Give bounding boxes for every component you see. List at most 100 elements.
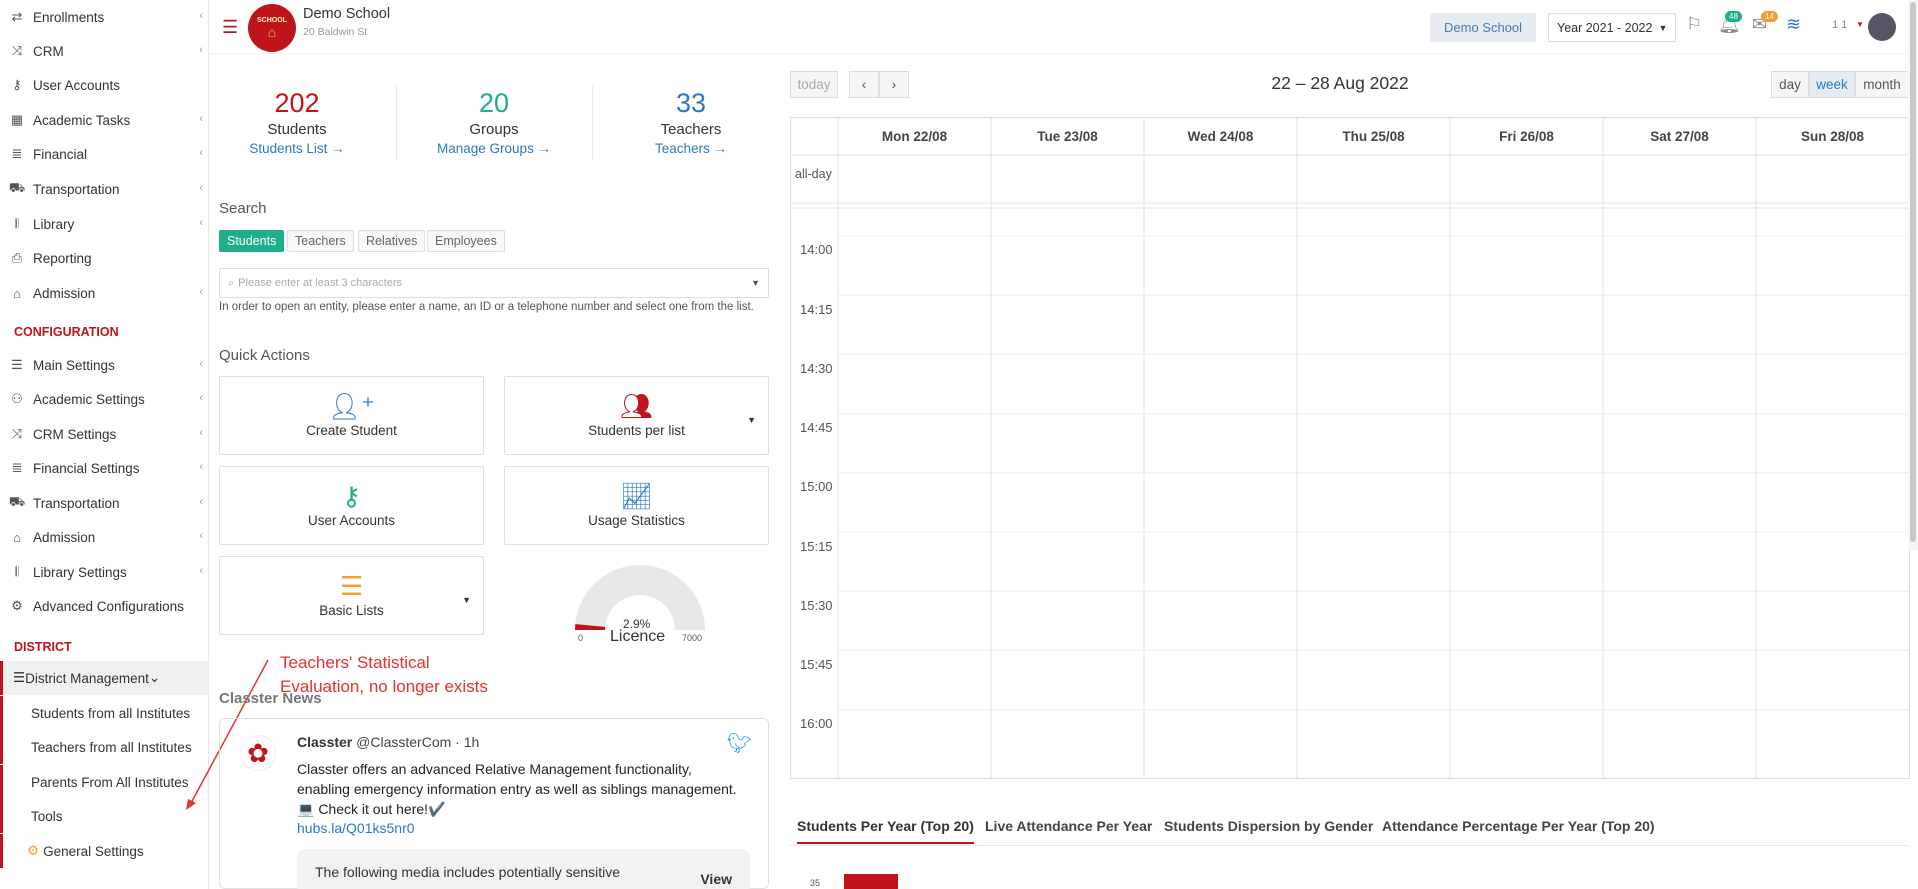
sidebar-item-academic-settings[interactable]: ⚇ Academic Settings ‹ — [0, 382, 209, 416]
tweet-link[interactable]: hubs.la/Q01ks5nr0 — [297, 820, 415, 836]
create-student-button[interactable]: 👤︎⁺ Create Student — [219, 376, 484, 455]
sidebar-item-label: Enrollments — [33, 9, 105, 25]
sidebar-item-crm[interactable]: ⤨ CRM ‹ — [0, 34, 209, 68]
time-label: 15:45 — [800, 657, 833, 672]
manage-groups-link[interactable]: Manage Groups → — [414, 141, 574, 156]
students-per-list-button[interactable]: 👥︎ Students per list ▼ — [504, 376, 769, 455]
sidebar-item-tools[interactable]: Tools — [0, 799, 209, 833]
top-header: ☰ SCHOOL ⌂ Demo School 20 Baldwin St Demo… — [210, 0, 1918, 54]
search-tab-teachers[interactable]: Teachers — [287, 230, 354, 252]
search-tab-relatives[interactable]: Relatives — [358, 230, 426, 252]
sidebar-item-library[interactable]: 𝄃 Library ‹ — [0, 207, 209, 241]
sidebar-item-reporting[interactable]: ⎙ Reporting — [0, 241, 209, 275]
gauge-max: 7000 — [682, 633, 703, 643]
bus-icon: ⛟ — [8, 494, 26, 509]
sidebar-item-students-all[interactable]: Students from all Institutes — [0, 696, 209, 730]
chevron-left-icon: ‹ — [199, 496, 203, 508]
chevron-left-icon: ‹ — [199, 286, 203, 298]
books-icon: 𝄃 — [15, 216, 19, 231]
action-label: Students per list — [588, 423, 685, 438]
sidebar-item-library-settings[interactable]: 𝄃 Library Settings ‹ — [0, 555, 209, 589]
building-icon: ⌂ — [13, 529, 21, 545]
next-button[interactable]: › — [879, 71, 909, 98]
sidebar-item-transportation-config[interactable]: ⛟ Transportation ‹ — [0, 486, 209, 520]
sidebar-item-admission-config[interactable]: ⌂ Admission ‹ — [0, 520, 209, 554]
usage-statistics-button[interactable]: 📈︎ Usage Statistics — [504, 466, 769, 545]
hamburger-menu-icon[interactable]: ☰ — [222, 17, 238, 38]
today-button[interactable]: today — [790, 71, 838, 98]
sidebar-item-financial[interactable]: ≣ Financial ‹ — [0, 137, 209, 171]
scrollbar[interactable] — [1908, 0, 1918, 550]
scrollbar-thumb[interactable] — [1910, 2, 1916, 542]
sidebar-item-user-accounts[interactable]: ⚷ User Accounts — [0, 68, 209, 102]
sliders-icon: ☰ — [339, 571, 364, 601]
sidebar-item-district-management[interactable]: ☰ District Management ⌄ — [0, 661, 209, 695]
mail-badge: 14 — [1761, 11, 1778, 22]
view-day-button[interactable]: day — [1771, 71, 1809, 98]
arrow-right-icon: → — [537, 141, 552, 156]
search-tab-employees[interactable]: Employees — [427, 230, 505, 252]
sidebar-item-crm-settings[interactable]: ⤨ CRM Settings ‹ — [0, 417, 209, 451]
students-list-link[interactable]: Students List → — [217, 141, 377, 156]
sidebar-item-label: Academic Tasks — [33, 112, 131, 128]
search-icon: ⌕ — [228, 276, 235, 289]
sidebar-item-admission[interactable]: ⌂ Admission ‹ — [0, 276, 209, 310]
school-switch-button[interactable]: Demo School — [1430, 13, 1537, 42]
view-month-button[interactable]: month — [1855, 71, 1909, 98]
flag-icon[interactable]: ⚐ — [1686, 14, 1702, 35]
search-help-text: In order to open an entity, please enter… — [219, 301, 754, 313]
sidebar-item-main-settings[interactable]: ☰ Main Settings ‹ — [0, 348, 209, 382]
sidebar-item-label: Financial — [33, 146, 88, 162]
sidebar-item-academic-tasks[interactable]: ▦ Academic Tasks ‹ — [0, 103, 209, 137]
layers-add-icon[interactable]: ≋ — [1786, 14, 1801, 35]
action-label: Create Student — [306, 423, 397, 438]
chevron-left-icon: ‹ — [199, 147, 203, 159]
prev-button[interactable]: ‹ — [849, 71, 879, 98]
chevron-down-icon: ⌄ — [148, 670, 161, 685]
grid-icon: ▦ — [10, 112, 24, 127]
time-label: 15:15 — [800, 539, 833, 554]
search-tab-students[interactable]: Students — [219, 230, 285, 252]
twitter-icon[interactable]: 🐦︎ — [727, 731, 752, 756]
user-accounts-button[interactable]: ⚷ User Accounts — [219, 466, 484, 545]
day-header: Sat 27/08 — [1650, 128, 1709, 144]
view-week-button[interactable]: week — [1809, 71, 1855, 98]
tweet-header: Classter @ClassterCom · 1h — [297, 734, 479, 750]
key-icon: ⚷ — [12, 77, 22, 92]
sidebar-item-transportation[interactable]: ⛟ Transportation ‹ — [0, 172, 209, 206]
view-button[interactable]: View — [700, 871, 732, 887]
licence-gauge: 2.9% Licence 0 7000 — [565, 560, 715, 650]
chevron-right-icon: › — [891, 77, 897, 92]
sidebar: ⇄ Enrollments ‹ ⤨ CRM ‹ ⚷ User Accounts ▦ Acad… — [0, 0, 209, 889]
sensitive-media-box: The following media includes potentially… — [297, 849, 750, 889]
sliders-icon: ☰ — [11, 357, 23, 372]
chevron-left-icon: ‹ — [199, 182, 203, 194]
user-short-name: 1 1 — [1832, 19, 1848, 31]
caret-down-icon[interactable]: ▼ — [462, 595, 471, 605]
basic-lists-button[interactable]: ☰ Basic Lists ▼ — [219, 556, 484, 635]
tab-students-per-year[interactable]: Students Per Year (Top 20) — [797, 818, 974, 844]
time-label: 16:00 — [800, 716, 833, 731]
sidebar-item-parents-all[interactable]: Parents From All Institutes — [0, 765, 209, 799]
printer-icon: ⎙ — [11, 250, 23, 265]
sidebar-item-financial-settings[interactable]: ≣ Financial Settings ‹ — [0, 451, 209, 485]
teachers-link[interactable]: Teachers → — [611, 141, 771, 156]
caret-down-icon[interactable]: ▼ — [1856, 20, 1864, 29]
school-address: 20 Baldwin St — [303, 26, 368, 38]
year-select[interactable]: Year 2021 - 2022 ▼ — [1548, 13, 1677, 42]
sidebar-item-general-settings[interactable]: ⚙ General Settings — [0, 834, 209, 868]
stat-label: Teachers — [660, 121, 722, 138]
sidebar-item-teachers-all[interactable]: Teachers from all Institutes — [0, 730, 209, 764]
sidebar-item-enrollments[interactable]: ⇄ Enrollments ‹ — [0, 0, 209, 34]
search-input[interactable]: ⌕ Please enter at least 3 characters ▼ — [219, 268, 769, 298]
tab-gender-dispersion[interactable]: Students Dispersion by Gender — [1164, 818, 1373, 834]
chevron-left-icon: ‹ — [199, 10, 203, 22]
tab-attendance-percentage[interactable]: Attendance Percentage Per Year (Top 20) — [1382, 818, 1655, 834]
sidebar-item-advanced-configurations[interactable]: ⚙ Advanced Configurations — [0, 589, 209, 623]
caret-down-icon[interactable]: ▼ — [747, 415, 756, 425]
stat-label: Students — [267, 121, 327, 138]
shuffle-icon: ⤨ — [11, 426, 23, 441]
tab-live-attendance[interactable]: Live Attendance Per Year — [985, 818, 1152, 834]
avatar[interactable] — [1868, 13, 1896, 41]
gear-icon: ⚙ — [27, 843, 40, 858]
